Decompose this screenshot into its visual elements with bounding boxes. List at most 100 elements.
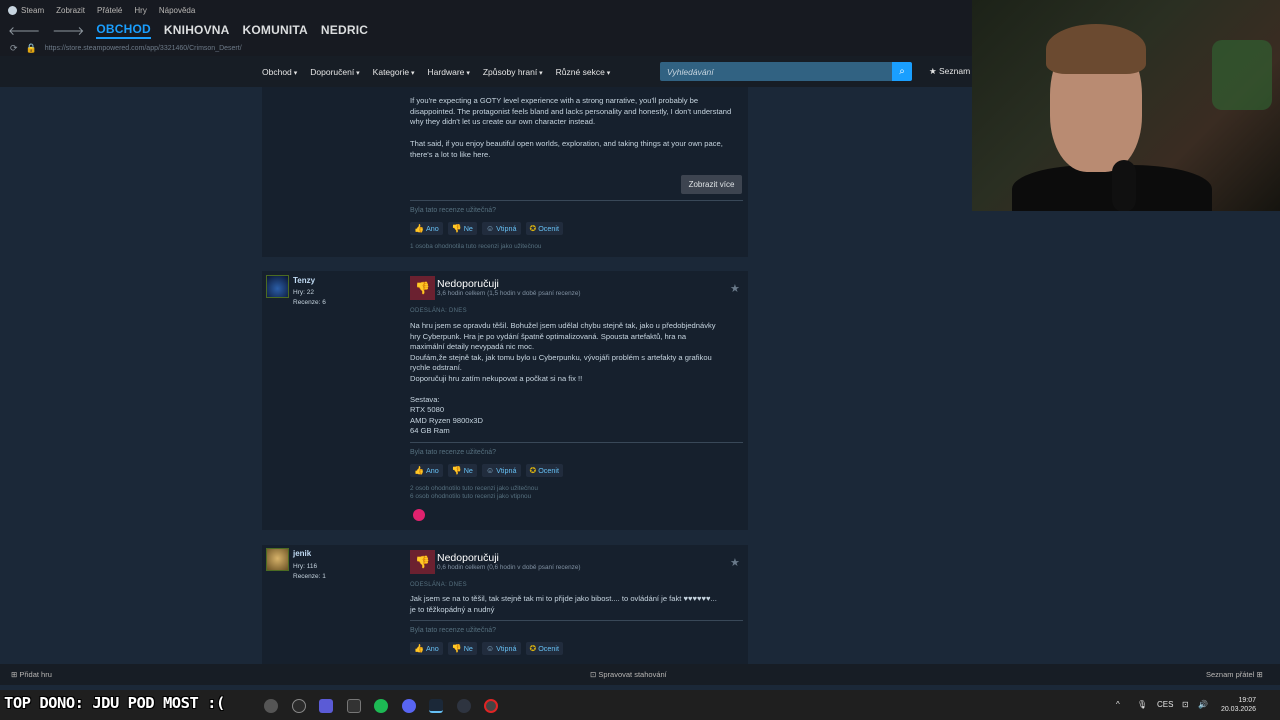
- helpful-question: Byla tato recenze užitečná?: [410, 449, 496, 456]
- friends-list-label: Seznam přátel: [1206, 670, 1255, 679]
- vote-no-button[interactable]: 👎 Ne: [447, 642, 477, 655]
- tab-library[interactable]: KNIHOVNA: [164, 23, 230, 37]
- menu-help[interactable]: Nápověda: [159, 6, 195, 15]
- award-button[interactable]: ✪ Ocenit: [525, 464, 563, 477]
- review-verdict[interactable]: Nedoporučuji: [437, 552, 499, 564]
- review-text: If you're expecting a GOTY level experie…: [410, 96, 732, 126]
- background-light: [1212, 40, 1272, 110]
- store-menu-categories[interactable]: Kategorie: [373, 67, 415, 77]
- steam-logo-icon[interactable]: [8, 5, 17, 15]
- manage-downloads-label: Spravovat stahování: [598, 670, 667, 679]
- review-line: maximální detaily nevypadá nic moc.: [410, 342, 535, 351]
- review-posted: ODESLÁNA: DNES: [410, 582, 467, 588]
- manage-downloads-button[interactable]: ⊡ Spravovat stahování: [590, 670, 667, 679]
- vote-no-button[interactable]: 👎 Ne: [447, 464, 477, 477]
- star-icon[interactable]: ★: [730, 556, 740, 569]
- lock-icon: 🔒: [25, 42, 37, 53]
- url-text[interactable]: https://store.steampowered.com/app/33214…: [45, 45, 242, 52]
- thumbs-down-icon: 👎: [451, 224, 462, 233]
- vote-no-button[interactable]: 👎 Ne: [447, 222, 477, 235]
- review-text: That said, if you enjoy beautiful open w…: [410, 139, 723, 159]
- terminal-icon[interactable]: [347, 699, 361, 713]
- divider: [410, 442, 743, 443]
- vote-funny-button[interactable]: ☺ Vtipná: [481, 642, 521, 655]
- avatar[interactable]: [266, 548, 289, 571]
- wishlist-link[interactable]: ★ Seznam: [929, 66, 970, 77]
- clock-time: 19:07: [1238, 697, 1256, 704]
- vote-yes-button[interactable]: 👍 Ano: [410, 642, 443, 655]
- store-menu-hardware[interactable]: Hardware: [428, 67, 470, 77]
- review-verdict[interactable]: Nedoporučuji: [437, 278, 499, 290]
- store-menu-recommended[interactable]: Doporučení: [310, 67, 359, 77]
- vote-funny-label: Vtipná: [496, 644, 517, 653]
- app-icon[interactable]: [264, 699, 278, 713]
- helpful-question: Byla tato recenze užitečná?: [410, 627, 496, 634]
- steam-icon[interactable]: [429, 699, 443, 713]
- thumbs-up-icon: 👍: [414, 644, 424, 653]
- vote-buttons: 👍 Ano 👎 Ne ☺ Vtipná ✪ Ocenit: [410, 464, 568, 477]
- review-posted: ODESLÁNA: DNES: [410, 308, 467, 314]
- download-app-icon[interactable]: [457, 699, 471, 713]
- forward-arrow-icon[interactable]: 🡒: [52, 23, 84, 38]
- tab-profile[interactable]: NEDRIC: [321, 23, 368, 37]
- store-menu-ways-to-play[interactable]: Způsoby hraní: [483, 67, 543, 77]
- review-line: rychle odstraní.: [410, 363, 462, 372]
- review-line: Sestava:: [410, 394, 440, 404]
- vote-funny-button[interactable]: ☺ Vtipná: [481, 464, 521, 477]
- store-search-input[interactable]: Vyhledávání: [660, 62, 892, 81]
- funny-stat: 6 osob ohodnotilo tuto recenzi jako vtip…: [410, 493, 532, 500]
- reviewer-reviews: Recenze: 6: [293, 299, 326, 306]
- network-icon[interactable]: ⊡: [1182, 700, 1189, 709]
- store-menu: Obchod Doporučení Kategorie Hardware Způ…: [262, 61, 623, 82]
- tab-store[interactable]: OBCHOD: [96, 22, 151, 39]
- thumbs-up-icon: 👍: [414, 466, 424, 475]
- tab-community[interactable]: KOMUNITA: [243, 23, 308, 37]
- friends-list-button[interactable]: Seznam přátel ⊞: [1206, 670, 1263, 679]
- award-button[interactable]: ✪ Ocenit: [525, 642, 563, 655]
- review-line: Jak jsem se na to těšil, tak stejně tak …: [410, 594, 717, 603]
- review-line: AMD Ryzen 9800x3D: [410, 415, 484, 425]
- refresh-icon[interactable]: ⟳: [10, 43, 18, 54]
- vote-yes-button[interactable]: 👍 Ano: [410, 464, 443, 477]
- obs-icon[interactable]: [484, 699, 498, 713]
- reviewer-name[interactable]: jenik: [293, 549, 311, 558]
- award-button[interactable]: ✪ Ocenit: [525, 222, 563, 235]
- star-icon[interactable]: ★: [730, 282, 740, 295]
- thumbs-down-icon: 👎: [410, 550, 435, 574]
- vote-funny-button[interactable]: ☺ Vtipná: [481, 222, 521, 235]
- app-grid-icon[interactable]: [319, 699, 333, 713]
- microphone-icon[interactable]: 🎙: [1137, 700, 1147, 709]
- reaction-emoji-icon[interactable]: [413, 509, 425, 521]
- reviewer-name[interactable]: Tenzy: [293, 276, 315, 285]
- store-menu-special-sections[interactable]: Různé sekce: [556, 67, 611, 77]
- menu-view[interactable]: Zobrazit: [56, 6, 85, 15]
- vote-funny-label: Vtipná: [496, 466, 517, 475]
- menu-friends[interactable]: Přátelé: [97, 6, 122, 15]
- menu-steam[interactable]: Steam: [21, 6, 44, 15]
- browser-icon[interactable]: [292, 699, 306, 713]
- review-line: RTX 5080: [410, 405, 445, 414]
- spotify-icon[interactable]: [374, 699, 388, 713]
- discord-icon[interactable]: [402, 699, 416, 713]
- avatar[interactable]: [266, 275, 289, 298]
- tray-expand-icon[interactable]: ^: [1116, 700, 1120, 709]
- menu-games[interactable]: Hry: [134, 6, 146, 15]
- award-icon: ✪: [529, 644, 537, 653]
- volume-icon[interactable]: 🔊: [1198, 700, 1208, 709]
- show-more-button[interactable]: Zobrazit více: [681, 175, 742, 194]
- vote-yes-button[interactable]: 👍 Ano: [410, 222, 443, 235]
- language-indicator[interactable]: CES: [1157, 700, 1173, 709]
- system-clock[interactable]: 19:07 20.03.2026: [1216, 696, 1256, 714]
- award-icon: ✪: [529, 466, 537, 475]
- back-arrow-icon[interactable]: 🡐: [8, 23, 40, 38]
- reviewer-reviews: Recenze: 1: [293, 573, 326, 580]
- store-menu-store[interactable]: Obchod: [262, 67, 297, 77]
- search-icon[interactable]: ⌕: [892, 62, 912, 81]
- review-line: [410, 384, 744, 395]
- vote-yes-label: Ano: [425, 224, 439, 233]
- star-icon: ★: [929, 66, 939, 76]
- helpful-stat: 1 osoba ohodnotila tuto recenzi jako uži…: [410, 243, 542, 250]
- add-game-button[interactable]: ⊞ Přidat hru: [11, 670, 52, 679]
- reviewer-games: Hry: 22: [293, 289, 314, 296]
- review-line: hry Cyberpunk. Hra je po vydání špatně o…: [410, 331, 687, 341]
